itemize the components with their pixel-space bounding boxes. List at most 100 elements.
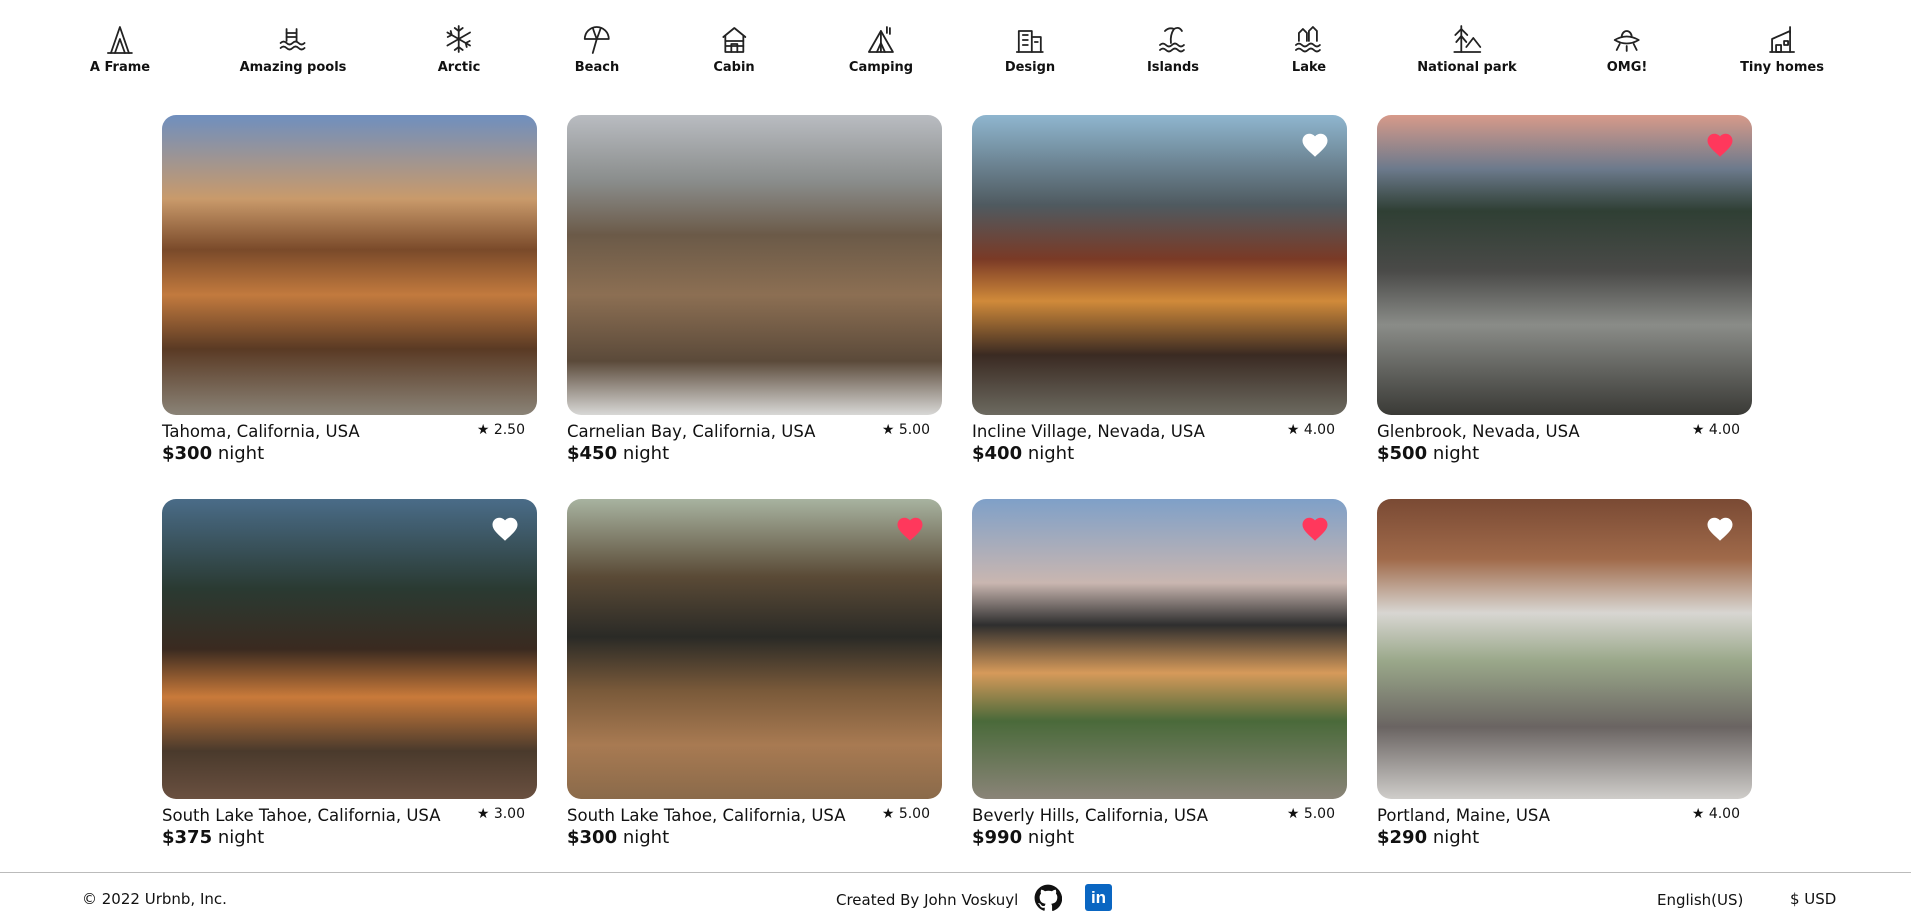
category-label: Cabin bbox=[713, 60, 755, 75]
listing-card[interactable]: Incline Village, Nevada, USA ★ 4.00 $400 n… bbox=[972, 115, 1347, 468]
listing-card[interactable]: Glenbrook, Nevada, USA ★ 4.00 $500 night bbox=[1377, 115, 1752, 468]
listing-price-unit: night bbox=[1027, 827, 1075, 848]
listing-meta: South Lake Tahoe, California, USA ★ 3.00 $… bbox=[162, 806, 537, 852]
listing-meta: Tahoma, California, USA ★ 2.50 $300 night bbox=[162, 422, 537, 468]
listing-price-unit: night bbox=[217, 827, 265, 848]
category-a-frame[interactable]: A Frame bbox=[90, 22, 150, 75]
listing-meta: Portland, Maine, USA ★ 4.00 $290 night bbox=[1377, 806, 1752, 852]
category-tiny-homes[interactable]: Tiny homes bbox=[1740, 22, 1824, 75]
listing-price-unit: night bbox=[1432, 827, 1480, 848]
listing-price-unit: night bbox=[217, 443, 265, 464]
pool-icon bbox=[276, 22, 310, 56]
listing-price: $450 bbox=[567, 443, 618, 464]
category-label: Tiny homes bbox=[1740, 60, 1824, 75]
listing-price: $290 bbox=[1377, 827, 1428, 848]
category-islands[interactable]: Islands bbox=[1147, 22, 1199, 75]
created-by-text: Created By John Voskuyl bbox=[836, 891, 1019, 909]
listing-price: $300 bbox=[162, 443, 213, 464]
listing-price-line: $400 night bbox=[972, 443, 1347, 464]
category-omg[interactable]: OMG! bbox=[1607, 22, 1647, 75]
listing-price-unit: night bbox=[1027, 443, 1075, 464]
category-label: Lake bbox=[1291, 60, 1327, 75]
listing-photo[interactable] bbox=[567, 499, 942, 799]
listing-price-line: $450 night bbox=[567, 443, 942, 464]
listing-price-line: $500 night bbox=[1377, 443, 1752, 464]
listing-meta: Beverly Hills, California, USA ★ 5.00 $990… bbox=[972, 806, 1347, 852]
category-amazing-pools[interactable]: Amazing pools bbox=[239, 22, 347, 75]
listing-card[interactable]: South Lake Tahoe, California, USA ★ 5.00 $… bbox=[567, 499, 942, 852]
category-label: Amazing pools bbox=[239, 60, 347, 75]
listing-price-line: $300 night bbox=[567, 827, 942, 848]
listing-price: $300 bbox=[567, 827, 618, 848]
listing-price-unit: night bbox=[622, 827, 670, 848]
lake-icon bbox=[1292, 22, 1326, 56]
favorite-heart-icon[interactable] bbox=[1300, 514, 1330, 544]
category-lake[interactable]: Lake bbox=[1292, 22, 1326, 75]
category-label: Islands bbox=[1146, 60, 1200, 75]
listing-rating: ★ 2.50 bbox=[476, 422, 525, 438]
linkedin-icon[interactable]: in bbox=[1085, 884, 1112, 911]
listing-photo[interactable] bbox=[972, 115, 1347, 415]
favorite-heart-icon[interactable] bbox=[1705, 130, 1735, 160]
category-arctic[interactable]: Arctic bbox=[437, 22, 481, 75]
listing-rating: ★ 4.00 bbox=[1286, 422, 1335, 438]
category-cabin[interactable]: Cabin bbox=[713, 22, 755, 75]
listing-rating: ★ 4.00 bbox=[1691, 806, 1740, 822]
footer: © 2022 Urbnb, Inc. Created By John Vosku… bbox=[0, 872, 1911, 921]
listing-card[interactable]: Portland, Maine, USA ★ 4.00 $290 night bbox=[1377, 499, 1752, 852]
favorite-heart-icon[interactable] bbox=[1300, 130, 1330, 160]
listing-price: $375 bbox=[162, 827, 213, 848]
listing-price: $400 bbox=[972, 443, 1023, 464]
island-icon bbox=[1156, 22, 1190, 56]
category-label: Camping bbox=[848, 60, 914, 75]
favorite-heart-icon[interactable] bbox=[490, 514, 520, 544]
listing-meta: South Lake Tahoe, California, USA ★ 5.00 $… bbox=[567, 806, 942, 852]
listing-card[interactable]: Beverly Hills, California, USA ★ 5.00 $990… bbox=[972, 499, 1347, 852]
listing-price-line: $375 night bbox=[162, 827, 537, 848]
category-beach[interactable]: Beach bbox=[575, 22, 619, 75]
listing-price-unit: night bbox=[1432, 443, 1480, 464]
listing-rating: ★ 4.00 bbox=[1691, 422, 1740, 438]
category-label: Beach bbox=[574, 60, 620, 75]
national-park-icon bbox=[1450, 22, 1484, 56]
github-icon[interactable] bbox=[1034, 884, 1063, 912]
listing-price: $990 bbox=[972, 827, 1023, 848]
category-label: Design bbox=[1004, 60, 1056, 75]
category-label: Arctic bbox=[437, 60, 481, 75]
listing-rating: ★ 5.00 bbox=[881, 806, 930, 822]
listing-price-line: $300 night bbox=[162, 443, 537, 464]
listing-rating: ★ 3.00 bbox=[476, 806, 525, 822]
language-selector[interactable]: English(US) bbox=[1657, 891, 1743, 909]
listing-card[interactable]: Carnelian Bay, California, USA ★ 5.00 $450… bbox=[567, 115, 942, 468]
listing-photo[interactable] bbox=[567, 115, 942, 415]
listing-card[interactable]: South Lake Tahoe, California, USA ★ 3.00 $… bbox=[162, 499, 537, 852]
currency-selector[interactable]: $ USD bbox=[1790, 890, 1836, 908]
tiny-home-icon bbox=[1765, 22, 1799, 56]
listing-photo[interactable] bbox=[1377, 499, 1752, 799]
a-frame-icon bbox=[103, 22, 137, 56]
listing-price-line: $290 night bbox=[1377, 827, 1752, 848]
listing-meta: Glenbrook, Nevada, USA ★ 4.00 $500 night bbox=[1377, 422, 1752, 468]
listing-meta: Incline Village, Nevada, USA ★ 4.00 $400 n… bbox=[972, 422, 1347, 468]
listing-photo[interactable] bbox=[1377, 115, 1752, 415]
listing-price-line: $990 night bbox=[972, 827, 1347, 848]
category-bar: A Frame Amazing pools Arctic Beach Cabin Camp… bbox=[0, 22, 1911, 92]
snowflake-icon bbox=[442, 22, 476, 56]
umbrella-icon bbox=[580, 22, 614, 56]
favorite-heart-icon[interactable] bbox=[1705, 514, 1735, 544]
category-national-park[interactable]: National park bbox=[1417, 22, 1517, 75]
listing-photo[interactable] bbox=[162, 499, 537, 799]
design-building-icon bbox=[1013, 22, 1047, 56]
listing-price: $500 bbox=[1377, 443, 1428, 464]
ufo-icon bbox=[1610, 22, 1644, 56]
listing-meta: Carnelian Bay, California, USA ★ 5.00 $450… bbox=[567, 422, 942, 468]
tent-icon bbox=[864, 22, 898, 56]
listing-card[interactable]: Tahoma, California, USA ★ 2.50 $300 night bbox=[162, 115, 537, 468]
listing-photo[interactable] bbox=[162, 115, 537, 415]
category-label: A Frame bbox=[89, 60, 151, 75]
favorite-heart-icon[interactable] bbox=[895, 514, 925, 544]
category-camping[interactable]: Camping bbox=[849, 22, 913, 75]
cabin-icon bbox=[717, 22, 751, 56]
listing-photo[interactable] bbox=[972, 499, 1347, 799]
category-design[interactable]: Design bbox=[1005, 22, 1055, 75]
